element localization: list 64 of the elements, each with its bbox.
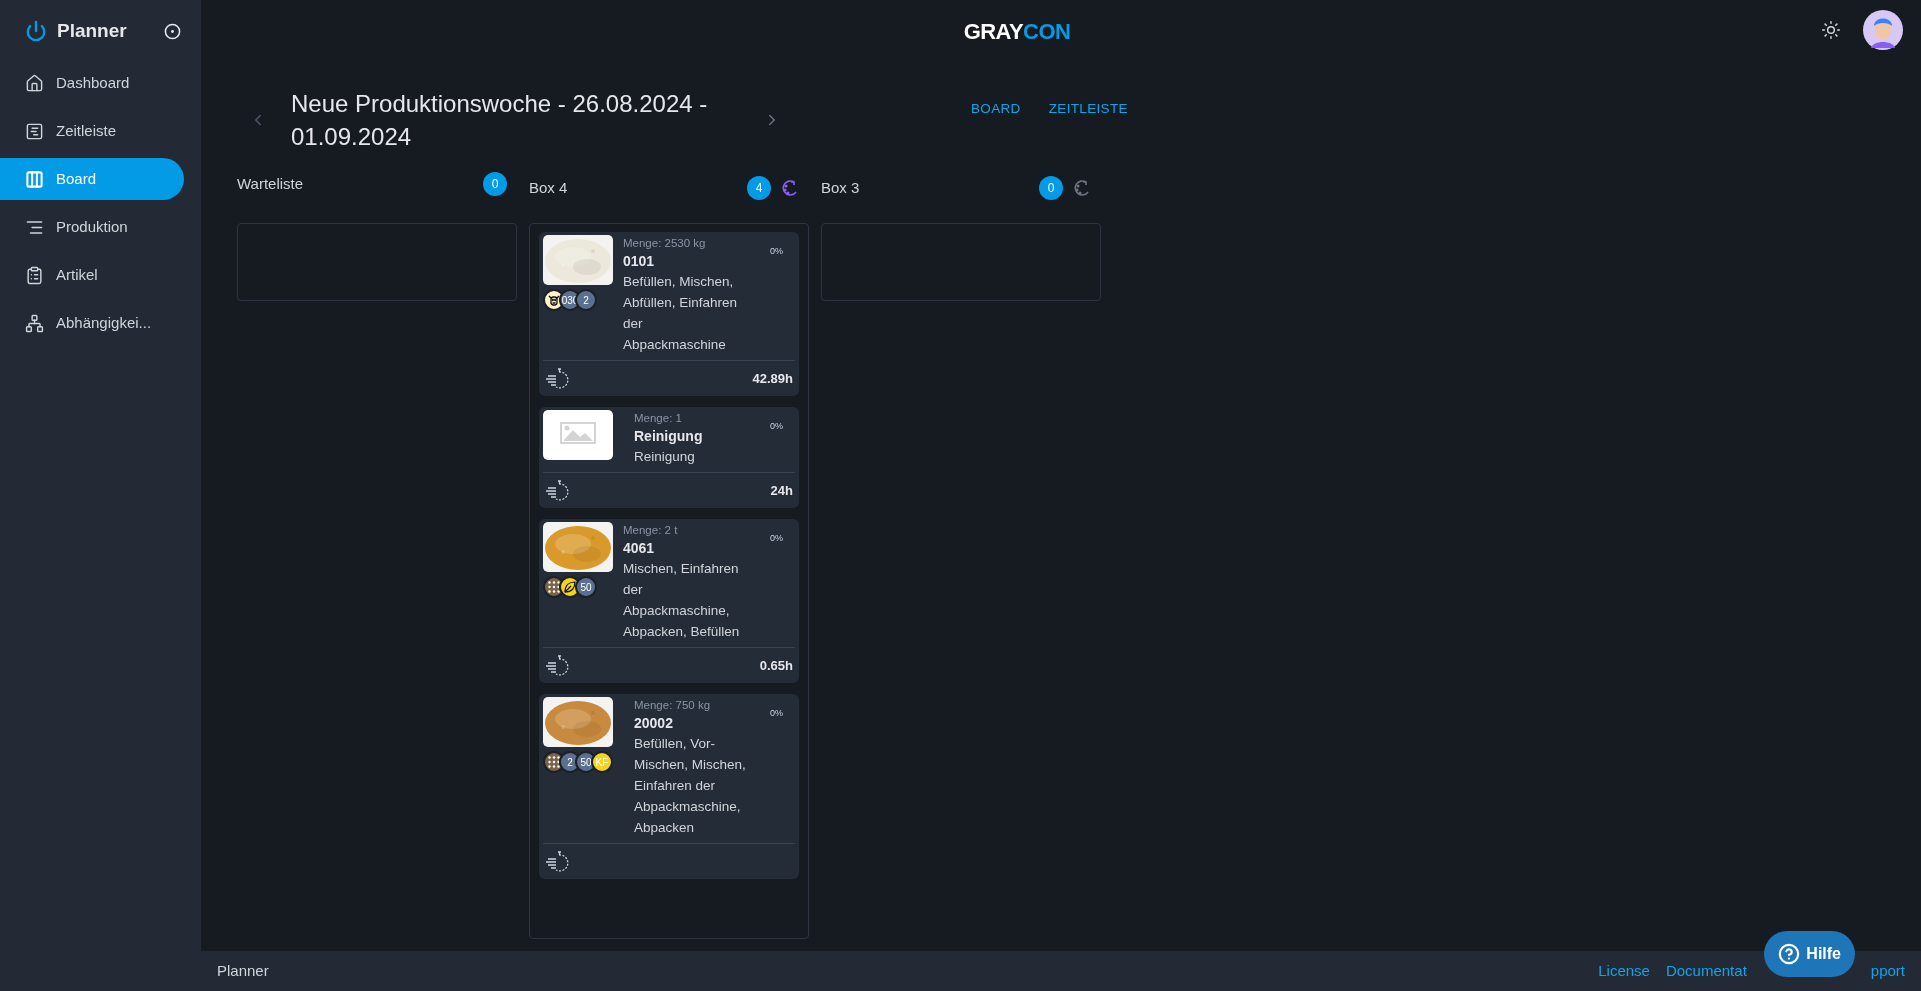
quantity-label: Menge: 2 t <box>623 523 679 538</box>
order-card[interactable]: Menge: 1 Reinigung Reinigung 0% 24h <box>539 407 799 508</box>
fast-timer-icon <box>545 479 569 502</box>
view-tab[interactable]: BOARD <box>971 99 1021 120</box>
process-steps: Reinigung <box>634 446 752 467</box>
fast-timer-icon <box>545 850 569 873</box>
nav-item[interactable]: Zeitleiste <box>0 110 184 152</box>
duration-label: 0.65h <box>759 656 793 675</box>
theme-toggle-icon[interactable] <box>1821 20 1841 40</box>
home-icon <box>25 73 44 93</box>
sort-icon[interactable] <box>1073 179 1091 197</box>
process-steps: Mischen, Einfahren der Abpackmaschine, Abpacken, Befüllen <box>623 558 741 642</box>
progress-percent: 0% <box>770 245 784 258</box>
duration-label: 24h <box>770 481 793 500</box>
tag-badge: 2 <box>575 289 597 311</box>
footer-link[interactable]: pport <box>1870 959 1905 983</box>
sort-icon[interactable] <box>781 179 799 197</box>
week-title: Neue Produktionswoche - 26.08.2024 - 01.09.2024 <box>291 88 709 152</box>
fast-timer-icon <box>545 367 569 390</box>
nav-item[interactable]: Dashboard <box>0 62 184 104</box>
order-name: Reinigung <box>634 427 704 446</box>
order-name: 20002 <box>634 714 674 733</box>
help-button[interactable]: Hilfe <box>1764 931 1855 977</box>
progress-percent: 0% <box>770 707 784 720</box>
nav-item[interactable]: Artikel <box>0 254 184 296</box>
timeline-icon <box>25 121 44 141</box>
process-steps: Befüllen, Mischen, Abfüllen, Einfahren der Abpackmaschine <box>623 271 741 355</box>
quantity-label: Menge: 750 kg <box>634 698 712 713</box>
board-icon <box>25 169 44 189</box>
quantity-label: Menge: 1 <box>634 411 683 426</box>
column-title: Box 3 <box>821 177 860 198</box>
column-title: Box 4 <box>529 177 568 198</box>
nav-item[interactable]: Produktion <box>0 206 184 248</box>
tree-icon <box>25 313 44 333</box>
fast-timer-icon <box>545 654 569 677</box>
count-badge: 4 <box>747 176 771 200</box>
process-steps: Befüllen, Vor-Mischen, Mischen, Einfahren der Abpackmaschine, Abpacken <box>634 733 752 838</box>
brand-logo: GRAYCON <box>963 17 1071 46</box>
dots-grid-icon <box>548 756 560 768</box>
footer-app-name: Planner <box>217 960 269 981</box>
nav-item[interactable]: Abhängigkei... <box>0 302 184 344</box>
tag-badge: 50 <box>575 576 597 598</box>
clipboard-icon <box>25 265 44 285</box>
power-logo-icon <box>25 20 47 42</box>
footer-link[interactable]: Documentat <box>1665 959 1747 983</box>
progress-percent: 0% <box>770 420 784 433</box>
order-name: 0101 <box>623 252 656 271</box>
footer-link[interactable]: License <box>1598 959 1650 983</box>
quantity-label: Menge: 2530 kg <box>623 236 707 251</box>
order-card[interactable]: 50 Menge: 2 t 4061 Mischen, Einfahren der Abpackmaschine, Abpacken, Befüllen 0% 0.65h <box>539 519 799 683</box>
duration-label: 42.89h <box>752 369 793 388</box>
view-tab[interactable]: ZEITLEISTE <box>1048 99 1128 120</box>
count-badge: 0 <box>1039 176 1063 200</box>
count-badge: 0 <box>483 172 507 196</box>
progress-percent: 0% <box>770 532 784 545</box>
app-title: Planner <box>57 18 128 43</box>
dots-grid-icon <box>548 581 560 593</box>
order-card[interactable]: 2 50 KF Menge: 750 kg 20002 Befüllen, Vor-Mischen, Mischen, Einfahren der Abpackmaschine, Abpacken 0% <box>539 694 799 879</box>
pin-icon[interactable] <box>164 22 181 40</box>
avatar[interactable] <box>1863 10 1903 50</box>
order-name: 4061 <box>623 539 656 558</box>
column-title: Warteliste <box>237 173 304 194</box>
tag-badge: KF <box>591 751 613 773</box>
help-icon <box>1778 943 1801 965</box>
